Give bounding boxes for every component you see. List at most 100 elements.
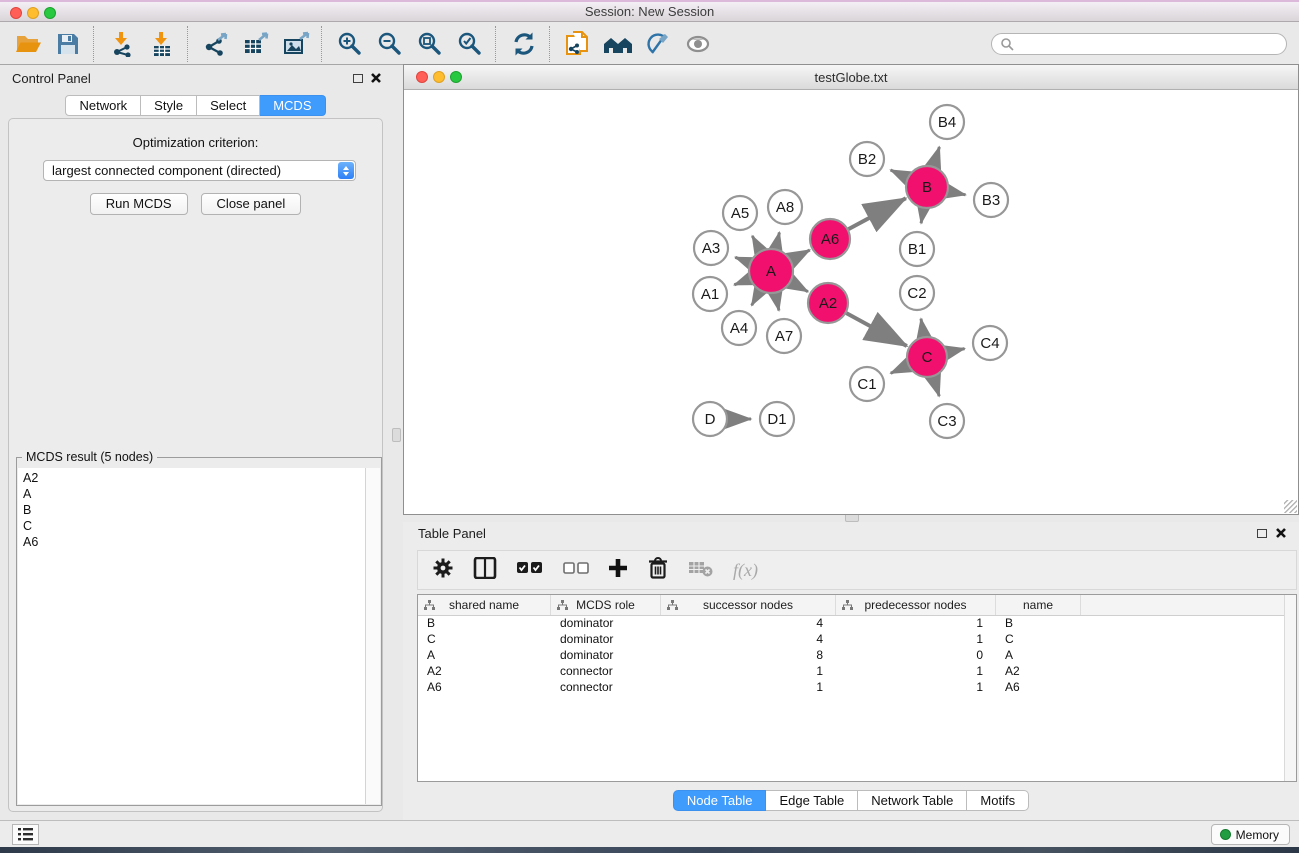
edge-B-B3[interactable] — [949, 191, 966, 194]
import-table-icon[interactable] — [142, 26, 182, 62]
add-column-icon[interactable] — [608, 558, 628, 583]
window-resize-grip[interactable] — [1284, 500, 1297, 513]
tab-network-table[interactable]: Network Table — [858, 790, 967, 811]
export-table-icon[interactable] — [236, 26, 276, 62]
table-scrollbar[interactable] — [1284, 595, 1296, 781]
mcds-result-item[interactable]: A6 — [18, 534, 365, 550]
edge-C-C4[interactable] — [948, 349, 965, 353]
export-image-icon[interactable] — [276, 26, 316, 62]
table-settings-icon[interactable] — [432, 557, 454, 584]
tab-motifs[interactable]: Motifs — [967, 790, 1029, 811]
edge-B-B1[interactable] — [921, 209, 923, 224]
table-row[interactable]: A6connector11A6 — [418, 680, 1296, 696]
mcds-result-item[interactable]: A2 — [18, 470, 365, 486]
network-canvas[interactable]: B4B2BB3A5A8A6A3B1AA1C2A2A4A7C4CC1C3DD1 — [404, 91, 1298, 514]
memory-button[interactable]: Memory — [1211, 824, 1290, 845]
table-row[interactable]: A2connector11A2 — [418, 664, 1296, 680]
clone-network-icon[interactable] — [558, 26, 598, 62]
close-table-panel-icon[interactable] — [1275, 527, 1287, 539]
node-C1[interactable]: C1 — [850, 367, 884, 401]
node-C2[interactable]: C2 — [900, 276, 934, 310]
node-A2[interactable]: A2 — [808, 283, 848, 323]
close-panel-icon[interactable] — [370, 72, 382, 84]
node-B3[interactable]: B3 — [974, 183, 1008, 217]
edge-A-A4[interactable] — [752, 291, 760, 305]
mcds-result-item[interactable]: A — [18, 486, 365, 502]
tab-select[interactable]: Select — [197, 95, 260, 116]
tab-edge-table[interactable]: Edge Table — [766, 790, 858, 811]
run-mcds-button[interactable]: Run MCDS — [90, 193, 188, 215]
node-B2[interactable]: B2 — [850, 142, 884, 176]
node-A[interactable]: A — [749, 249, 793, 293]
edge-C-C2[interactable] — [921, 319, 924, 337]
delete-columns-icon[interactable] — [647, 557, 669, 584]
edge-A-A2[interactable] — [791, 282, 808, 291]
minimize-network-light[interactable] — [433, 71, 445, 83]
column-header-shared-name[interactable]: shared name — [418, 595, 551, 615]
mcds-result-list[interactable]: A2ABCA6 — [18, 468, 365, 804]
edge-A-A3[interactable] — [735, 257, 749, 263]
export-network-icon[interactable] — [196, 26, 236, 62]
edge-A-A5[interactable] — [752, 236, 760, 251]
close-window-light[interactable] — [10, 7, 22, 19]
zoom-fit-icon[interactable] — [410, 26, 450, 62]
zoom-out-icon[interactable] — [370, 26, 410, 62]
task-history-button[interactable] — [12, 824, 39, 845]
hide-selected-icon[interactable] — [638, 26, 678, 62]
table-row[interactable]: Cdominator41C — [418, 632, 1296, 648]
zoom-selected-icon[interactable] — [450, 26, 490, 62]
zoom-in-icon[interactable] — [330, 26, 370, 62]
vertical-splitter-grip[interactable] — [392, 428, 401, 442]
column-visibility-icon[interactable] — [473, 557, 497, 584]
tab-node-table[interactable]: Node Table — [673, 790, 767, 811]
node-B4[interactable]: B4 — [930, 105, 964, 139]
search-input[interactable] — [1019, 37, 1278, 51]
search-field[interactable] — [991, 33, 1287, 55]
node-A7[interactable]: A7 — [767, 319, 801, 353]
edge-C-C1[interactable] — [891, 366, 908, 374]
close-network-light[interactable] — [416, 71, 428, 83]
column-header-successor-nodes[interactable]: successor nodes — [661, 595, 836, 615]
node-A1[interactable]: A1 — [693, 277, 727, 311]
edge-A-A8[interactable] — [776, 232, 780, 248]
criterion-dropdown[interactable]: largest connected component (directed) — [43, 160, 356, 181]
show-hidden-eye-icon[interactable] — [678, 26, 718, 62]
node-D1[interactable]: D1 — [760, 402, 794, 436]
edge-A2-C[interactable] — [846, 313, 906, 346]
edge-A6-B[interactable] — [849, 198, 906, 229]
column-header-predecessor-nodes[interactable]: predecessor nodes — [836, 595, 996, 615]
node-B1[interactable]: B1 — [900, 232, 934, 266]
float-table-panel-icon[interactable] — [1257, 529, 1267, 538]
refresh-icon[interactable] — [504, 26, 544, 62]
tab-style[interactable]: Style — [141, 95, 197, 116]
table-row[interactable]: Bdominator41B — [418, 616, 1296, 632]
column-header-MCDS-role[interactable]: MCDS role — [551, 595, 661, 615]
import-network-icon[interactable] — [102, 26, 142, 62]
tab-mcds[interactable]: MCDS — [260, 95, 325, 116]
mcds-list-scrollbar[interactable] — [365, 468, 380, 804]
table-row[interactable]: Adominator80A — [418, 648, 1296, 664]
select-all-rows-icon[interactable] — [516, 561, 544, 580]
edge-A-A7[interactable] — [776, 294, 779, 311]
edge-C-C3[interactable] — [933, 377, 939, 396]
node-A8[interactable]: A8 — [768, 190, 802, 224]
edge-B-B4[interactable] — [934, 147, 940, 166]
first-neighbors-icon[interactable] — [598, 26, 638, 62]
float-panel-icon[interactable] — [353, 74, 363, 83]
node-D[interactable]: D — [693, 402, 727, 436]
tab-network[interactable]: Network — [65, 95, 141, 116]
node-B[interactable]: B — [906, 166, 948, 208]
edge-B-B2[interactable] — [891, 170, 908, 178]
column-header-name[interactable]: name — [996, 595, 1081, 615]
node-A3[interactable]: A3 — [694, 231, 728, 265]
close-panel-button[interactable]: Close panel — [201, 193, 302, 215]
edge-A-A1[interactable] — [734, 279, 749, 285]
mcds-result-item[interactable]: B — [18, 502, 365, 518]
zoom-window-light[interactable] — [44, 7, 56, 19]
minimize-window-light[interactable] — [27, 7, 39, 19]
node-A6[interactable]: A6 — [810, 219, 850, 259]
mcds-result-item[interactable]: C — [18, 518, 365, 534]
zoom-network-light[interactable] — [450, 71, 462, 83]
save-session-icon[interactable] — [48, 26, 88, 62]
node-C4[interactable]: C4 — [973, 326, 1007, 360]
